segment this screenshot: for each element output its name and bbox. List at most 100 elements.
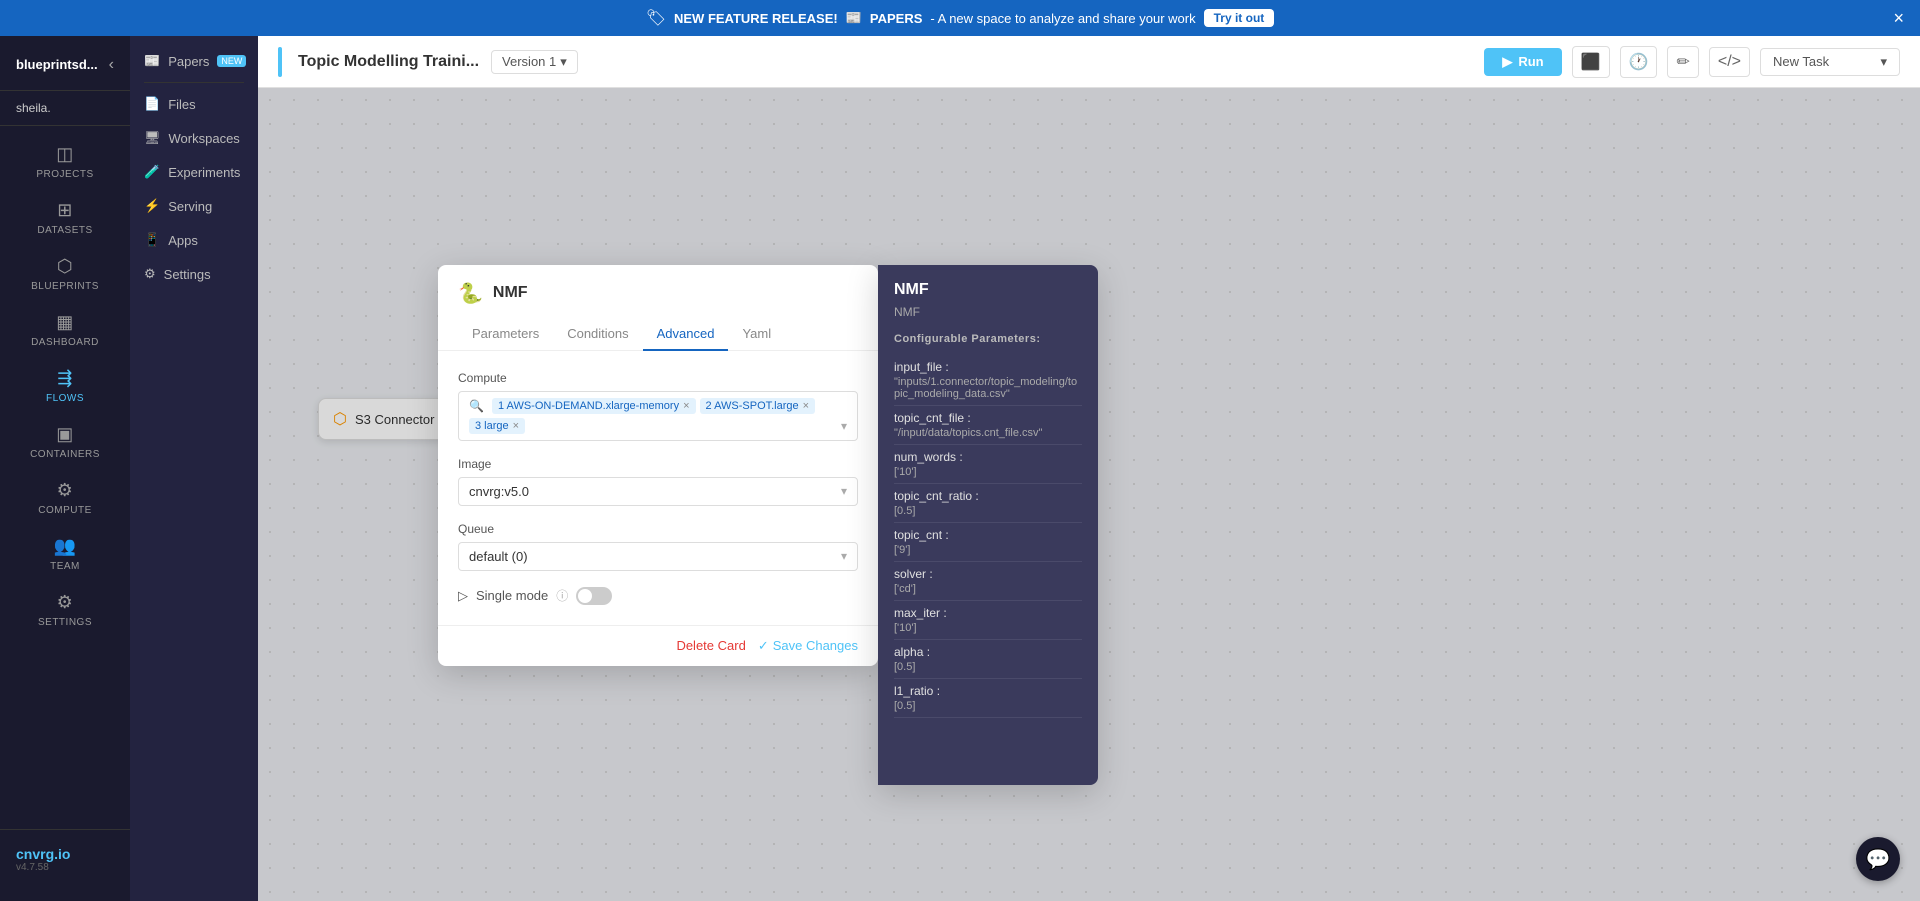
sidebar2-item-serving[interactable]: ⚡ Serving: [130, 189, 258, 223]
right-panel-subtitle: NMF: [894, 305, 1082, 319]
image-value: cnvrg:v5.0: [469, 484, 529, 499]
sidebar-label-compute: COMPUTE: [38, 505, 92, 516]
sidebar-item-datasets[interactable]: ⊞ DATASETS: [0, 190, 130, 246]
topbar: Topic Modelling Traini... Version 1 ▾ ▶ …: [258, 36, 1920, 88]
version-chevron-icon: ▾: [560, 54, 567, 70]
compute-tag-2: 2 AWS-SPOT.large ×: [700, 398, 816, 414]
image-label: Image: [458, 457, 858, 471]
queue-group: Queue default (0) ▾: [458, 522, 858, 571]
remove-compute-tag-2[interactable]: ×: [803, 400, 809, 412]
remove-compute-tag-1[interactable]: ×: [683, 400, 689, 412]
tab-parameters[interactable]: Parameters: [458, 318, 553, 351]
edit-button[interactable]: ✏: [1667, 46, 1698, 78]
top-banner: 🏷 NEW FEATURE RELEASE! 📰 PAPERS - A new …: [0, 0, 1920, 36]
remove-compute-tag-3[interactable]: ×: [513, 420, 519, 432]
param-alpha: alpha : [0.5]: [894, 640, 1082, 679]
page-title: Topic Modelling Traini...: [298, 53, 479, 71]
queue-select[interactable]: default (0) ▾: [458, 542, 858, 571]
compute-label: Compute: [458, 371, 858, 385]
new-task-dropdown[interactable]: New Task ▾: [1760, 48, 1900, 76]
papers-new-badge: NEW: [217, 55, 246, 67]
compute-tag-3: 3 large ×: [469, 418, 525, 434]
single-mode-row: ▷ Single mode ⓘ: [458, 587, 858, 605]
param-topic-cnt-file: topic_cnt_file : "/input/data/topics.cnt…: [894, 406, 1082, 445]
tab-yaml[interactable]: Yaml: [728, 318, 785, 351]
delete-card-button[interactable]: Delete Card: [676, 638, 745, 653]
experiments-icon: 🧪: [144, 164, 160, 180]
sidebar-item-containers[interactable]: ▣ CONTAINERS: [0, 414, 130, 470]
param-num-words: num_words : ['10']: [894, 445, 1082, 484]
canvas: ⬡ S3 Connector 🐍 NMF Parameters: [258, 88, 1920, 901]
single-mode-label: Single mode: [476, 588, 548, 603]
main-area: Topic Modelling Traini... Version 1 ▾ ▶ …: [258, 36, 1920, 901]
configurable-params-label: Configurable Parameters:: [894, 333, 1082, 345]
sidebar-label-settings: SETTINGS: [38, 617, 92, 628]
sidebar2-label-files: Files: [168, 97, 195, 112]
image-group: Image cnvrg:v5.0 ▾: [458, 457, 858, 506]
sidebar: blueprintsd... ‹ sheila. ◫ PROJECTS ⊞ DA…: [0, 36, 130, 901]
sidebar-label-containers: CONTAINERS: [30, 449, 100, 460]
params-list: input_file : "inputs/1.connector/topic_m…: [894, 355, 1082, 718]
sidebar2-item-papers[interactable]: 📰 Papers NEW: [130, 44, 258, 78]
chat-bubble-button[interactable]: 💬: [1856, 837, 1900, 881]
tab-conditions[interactable]: Conditions: [553, 318, 642, 351]
save-changes-button[interactable]: ✓ Save Changes: [758, 638, 858, 654]
banner-papers-label: PAPERS: [870, 11, 923, 26]
sidebar2-item-experiments[interactable]: 🧪 Experiments: [130, 155, 258, 189]
code-button[interactable]: </>: [1709, 47, 1750, 77]
sidebar2-label-workspaces: Workspaces: [169, 131, 240, 146]
sidebar-label-team: TEAM: [50, 561, 80, 572]
image-select[interactable]: cnvrg:v5.0 ▾: [458, 477, 858, 506]
param-input-file: input_file : "inputs/1.connector/topic_m…: [894, 355, 1082, 406]
save-check-icon: ✓: [758, 638, 769, 654]
files-icon: 📄: [144, 96, 160, 112]
sidebar2-item-workspaces[interactable]: 🖥 Workspaces: [130, 121, 258, 155]
single-mode-toggle[interactable]: [576, 587, 612, 605]
version-label: v4.7.58: [16, 862, 114, 873]
flows-icon: ⇶: [57, 368, 73, 389]
banner-feature-text: NEW FEATURE RELEASE!: [674, 11, 838, 26]
sidebar-item-blueprints[interactable]: ⬡ BLUEPRINTS: [0, 246, 130, 302]
sidebar-item-settings[interactable]: ⚙ SETTINGS: [0, 582, 130, 638]
sidebar-label-datasets: DATASETS: [37, 225, 92, 236]
stop-button[interactable]: ⬛: [1572, 46, 1610, 78]
serving-icon: ⚡: [144, 198, 160, 214]
sidebar-label-dashboard: DASHBOARD: [31, 337, 99, 348]
close-banner-button[interactable]: ×: [1893, 8, 1904, 29]
info-icon[interactable]: ⓘ: [556, 587, 568, 604]
settings-icon: ⚙: [57, 592, 74, 613]
new-task-label: New Task: [1773, 54, 1829, 69]
run-button[interactable]: ▶ Run: [1484, 48, 1561, 76]
sidebar-item-flows[interactable]: ⇶ Flows: [0, 358, 130, 414]
history-button[interactable]: 🕐: [1620, 46, 1658, 78]
param-topic-cnt-ratio: topic_cnt_ratio : [0.5]: [894, 484, 1082, 523]
compute-tag-1: 1 AWS-ON-DEMAND.xlarge-memory ×: [492, 398, 696, 414]
right-panel: NMF NMF Configurable Parameters: input_f…: [878, 265, 1098, 785]
sidebar-item-dashboard[interactable]: ▦ DASHBOARD: [0, 302, 130, 358]
sidebar-item-team[interactable]: 👥 TEAM: [0, 526, 130, 582]
sidebar2-item-settings[interactable]: ⚙ Settings: [130, 257, 258, 291]
blueprints-icon: ⬡: [57, 256, 73, 277]
run-play-icon: ▶: [1502, 54, 1512, 70]
modal-tabs: Parameters Conditions Advanced Yaml: [438, 318, 878, 351]
projects-icon: ◫: [56, 144, 74, 165]
banner-description: - A new space to analyze and share your …: [930, 11, 1195, 26]
compute-search-icon: 🔍: [469, 399, 484, 413]
tab-advanced[interactable]: Advanced: [643, 318, 729, 351]
sidebar-item-compute[interactable]: ⚙ COMPUTE: [0, 470, 130, 526]
datasets-icon: ⊞: [57, 200, 73, 221]
version-selector[interactable]: Version 1 ▾: [491, 50, 578, 74]
right-panel-title: NMF: [894, 281, 1082, 299]
sidebar2-item-apps[interactable]: 📱 Apps: [130, 223, 258, 257]
sidebar2-label-papers: Papers: [168, 54, 209, 69]
collapse-sidebar-button[interactable]: ‹: [109, 56, 114, 74]
sidebar-item-projects[interactable]: ◫ PROJECTS: [0, 134, 130, 190]
sidebar2-label-serving: Serving: [168, 199, 212, 214]
topbar-actions: ▶ Run ⬛ 🕐 ✏ </> New Task ▾: [1484, 46, 1900, 78]
compute-select[interactable]: 🔍 1 AWS-ON-DEMAND.xlarge-memory × 2 AWS-…: [458, 391, 858, 441]
try-it-out-button[interactable]: Try it out: [1204, 9, 1275, 27]
play-icon: ▷: [458, 588, 468, 604]
sidebar2-item-files[interactable]: 📄 Files: [130, 87, 258, 121]
modal-title: NMF: [493, 284, 528, 302]
banner-icon: 🏷: [646, 8, 666, 28]
